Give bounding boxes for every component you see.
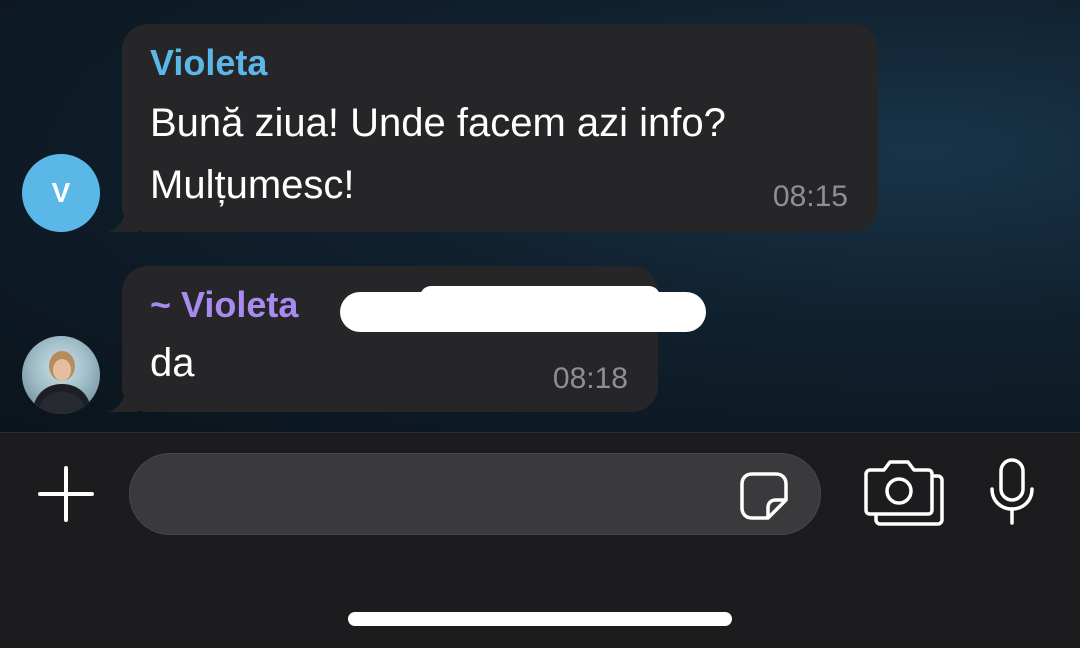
sender-avatar[interactable]: V bbox=[22, 154, 100, 232]
camera-button[interactable] bbox=[862, 456, 946, 528]
plus-icon bbox=[38, 466, 94, 522]
sender-name[interactable]: Violeta bbox=[150, 42, 267, 84]
user-photo-icon bbox=[32, 351, 92, 414]
camera-icon bbox=[864, 460, 944, 526]
sender-avatar-photo[interactable] bbox=[22, 336, 100, 414]
redaction-mark-2 bbox=[420, 286, 660, 308]
sticker-button[interactable] bbox=[736, 468, 792, 524]
chat-area[interactable]: V Violeta Bună ziua! Unde facem azi info… bbox=[0, 0, 1080, 432]
message-text-line-1: Bună ziua! Unde facem azi info? bbox=[150, 101, 726, 145]
avatar-initial: V bbox=[51, 177, 71, 208]
bubble-tail-icon bbox=[108, 202, 138, 232]
bubble-tail-icon bbox=[108, 382, 138, 412]
attach-button[interactable] bbox=[34, 462, 98, 526]
message-text: da bbox=[150, 341, 195, 385]
message-text-line-2: Mulțumesc! bbox=[150, 163, 355, 207]
sender-name[interactable]: ~ Violeta bbox=[150, 284, 298, 326]
microphone-button[interactable] bbox=[980, 456, 1044, 528]
home-indicator[interactable] bbox=[348, 612, 732, 626]
message-timestamp: 08:15 bbox=[772, 180, 848, 213]
divider bbox=[0, 432, 1080, 433]
sticker-icon bbox=[740, 472, 788, 520]
message-timestamp: 08:18 bbox=[552, 362, 628, 395]
message-input[interactable] bbox=[129, 453, 821, 535]
message-bubble[interactable]: Violeta Bună ziua! Unde facem azi info? … bbox=[108, 24, 878, 232]
microphone-icon bbox=[990, 458, 1034, 525]
